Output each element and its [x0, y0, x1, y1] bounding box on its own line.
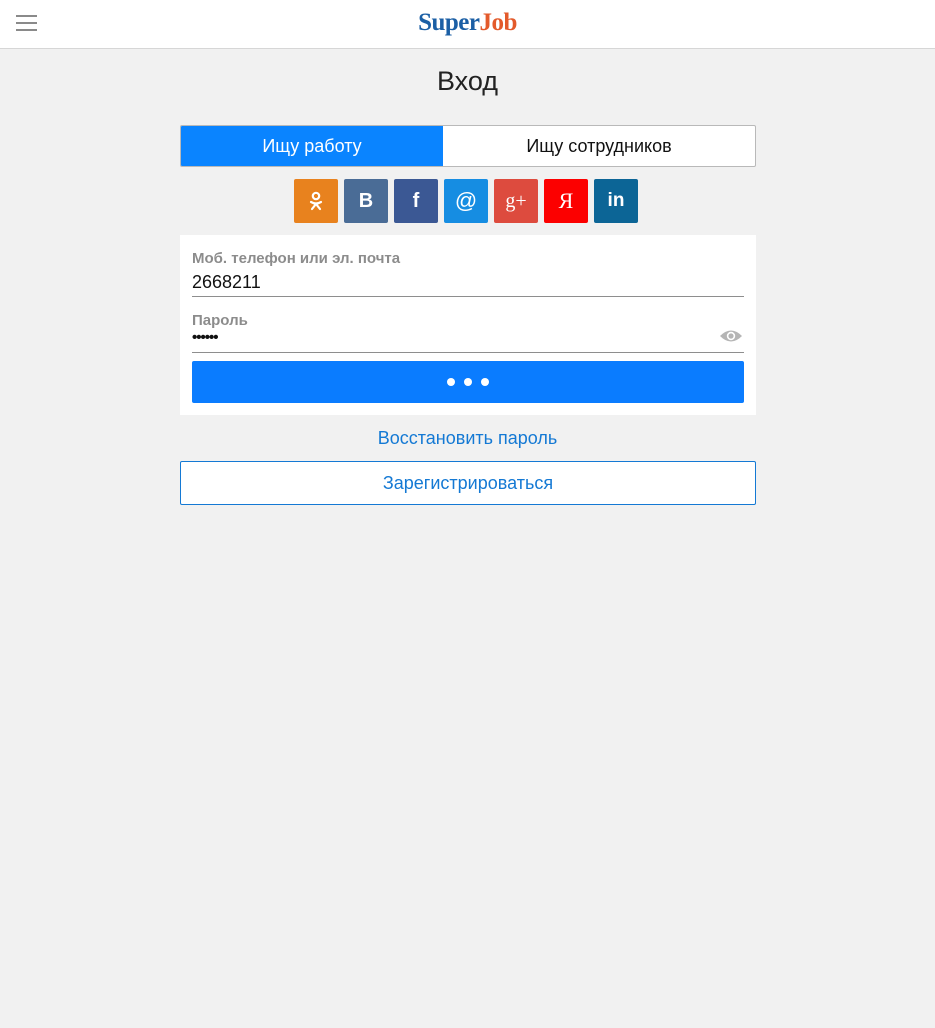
tab-employer[interactable]: Ищу сотрудников: [443, 126, 755, 166]
linkedin-button[interactable]: in: [594, 179, 638, 223]
password-field-label: Пароль: [192, 312, 248, 329]
yandex-icon: Я: [558, 188, 574, 213]
yandex-button[interactable]: Я: [544, 179, 588, 223]
login-input[interactable]: 2668211: [192, 272, 261, 293]
facebook-button[interactable]: f: [394, 179, 438, 223]
mailru-button[interactable]: @: [444, 179, 488, 223]
login-field-label: Моб. телефон или эл. почта: [192, 250, 401, 267]
odnoklassniki-button[interactable]: [294, 179, 338, 223]
odnoklassniki-icon: [309, 191, 323, 211]
googleplus-button[interactable]: g+: [494, 179, 538, 223]
google-plus-icon: g+: [505, 189, 527, 212]
login-form: Моб. телефон или эл. почта 2668211 Парол…: [180, 235, 756, 415]
at-sign-icon: @: [454, 188, 478, 213]
tab-job-seeker[interactable]: Ищу работу: [181, 126, 443, 166]
show-password-eye-icon[interactable]: [719, 327, 743, 345]
superjob-logo[interactable]: SuperJob: [0, 9, 935, 37]
loading-dot: [464, 378, 472, 386]
login-submit-button[interactable]: [192, 361, 744, 403]
linkedin-icon: in: [607, 190, 625, 211]
password-input[interactable]: ••••••: [192, 329, 218, 346]
facebook-icon: f: [412, 189, 420, 212]
register-button[interactable]: Зарегистрироваться: [180, 461, 756, 505]
role-tabs: Ищу работу Ищу сотрудников: [180, 125, 756, 167]
restore-password-link[interactable]: Восстановить пароль: [0, 428, 935, 449]
page-title: Вход: [436, 66, 499, 96]
vkontakte-button[interactable]: В: [344, 179, 388, 223]
vk-icon: В: [358, 189, 374, 212]
top-header: SuperJob: [0, 0, 935, 49]
social-login-buttons: В f @ g+ Я in: [294, 179, 638, 223]
login-input-underline: [192, 296, 744, 297]
password-input-underline: [192, 352, 744, 353]
loading-dot: [481, 378, 489, 386]
loading-dot: [447, 378, 455, 386]
